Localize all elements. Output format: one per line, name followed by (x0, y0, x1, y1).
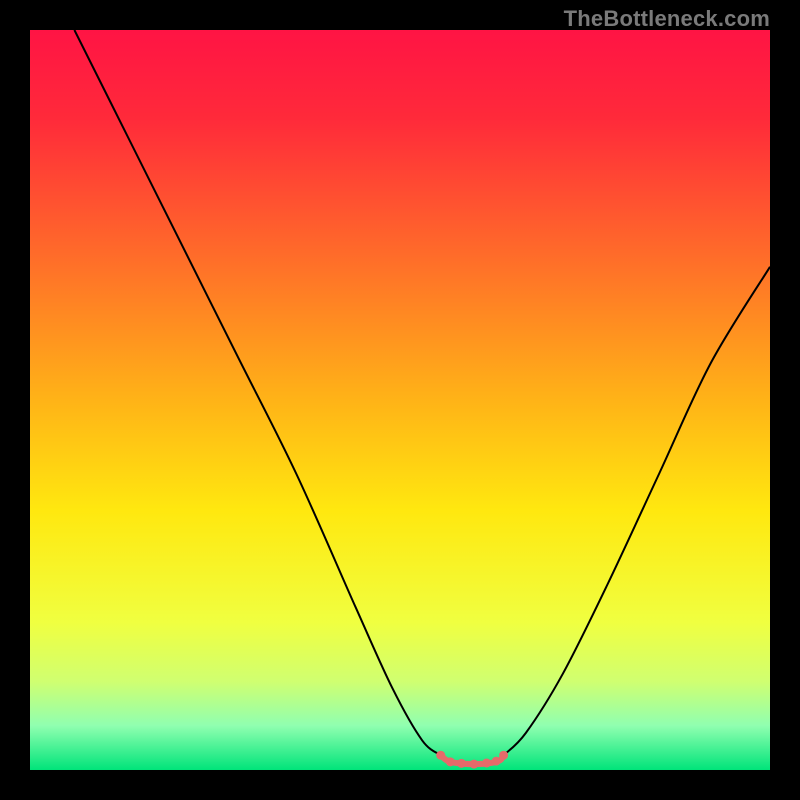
marker-dot (446, 757, 455, 766)
marker-dot (492, 757, 501, 766)
marker-dot (482, 758, 491, 767)
plot-area (30, 30, 770, 770)
bottom-markers (436, 751, 508, 769)
watermark-text: TheBottleneck.com (564, 6, 770, 32)
chart-frame: TheBottleneck.com (0, 0, 800, 800)
marker-dot (436, 751, 445, 760)
right-curve (504, 267, 770, 755)
marker-dot (470, 760, 479, 769)
chart-curve-layer (30, 30, 770, 770)
marker-dot (499, 751, 508, 760)
marker-dot (457, 759, 466, 768)
left-curve (74, 30, 440, 755)
